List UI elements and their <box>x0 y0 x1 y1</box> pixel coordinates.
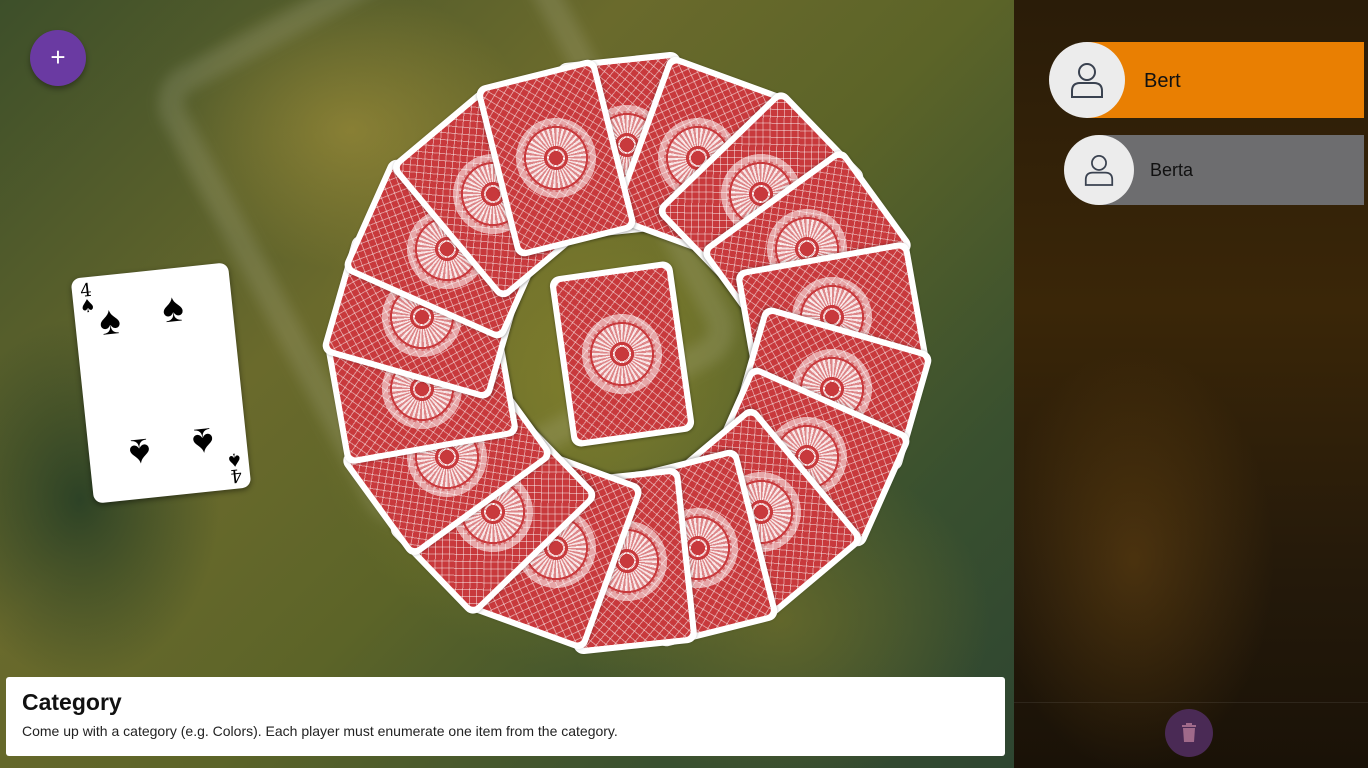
trash-icon <box>1182 723 1196 742</box>
plus-icon: + <box>50 42 66 72</box>
delete-button[interactable] <box>1165 709 1213 757</box>
card-corner-top: 4 ♠ <box>78 279 97 319</box>
avatar <box>1049 42 1125 118</box>
card-corner-bottom: 4 ♠ <box>225 447 244 487</box>
rule-title: Category <box>22 689 122 715</box>
player-berta[interactable]: Berta <box>1064 135 1364 205</box>
player-name: Berta <box>1150 160 1194 180</box>
avatar <box>1064 135 1134 205</box>
spade-pip: ♠ <box>160 285 186 332</box>
played-card-four-of-spades[interactable]: 4 ♠ ♠ ♠ ♠ ♠ 4 ♠ <box>70 262 252 504</box>
rule-description: Come up with a category (e.g. Colors). E… <box>22 723 618 739</box>
info-panel: Category Come up with a category (e.g. C… <box>6 677 1005 756</box>
player-name: Bert <box>1144 70 1181 92</box>
draw-pile-card[interactable] <box>548 260 696 448</box>
user-icon <box>1071 63 1103 98</box>
player-bar <box>1100 135 1364 205</box>
spade-pip: ♠ <box>96 298 123 344</box>
add-player-button[interactable]: + <box>30 30 86 86</box>
player-bar-active <box>1087 42 1364 118</box>
sidebar-divider <box>1014 702 1368 703</box>
spade-pip: ♠ <box>126 429 153 476</box>
user-icon <box>1084 155 1114 186</box>
player-bert[interactable]: Bert <box>1049 42 1364 118</box>
spade-pip: ♠ <box>190 418 216 465</box>
